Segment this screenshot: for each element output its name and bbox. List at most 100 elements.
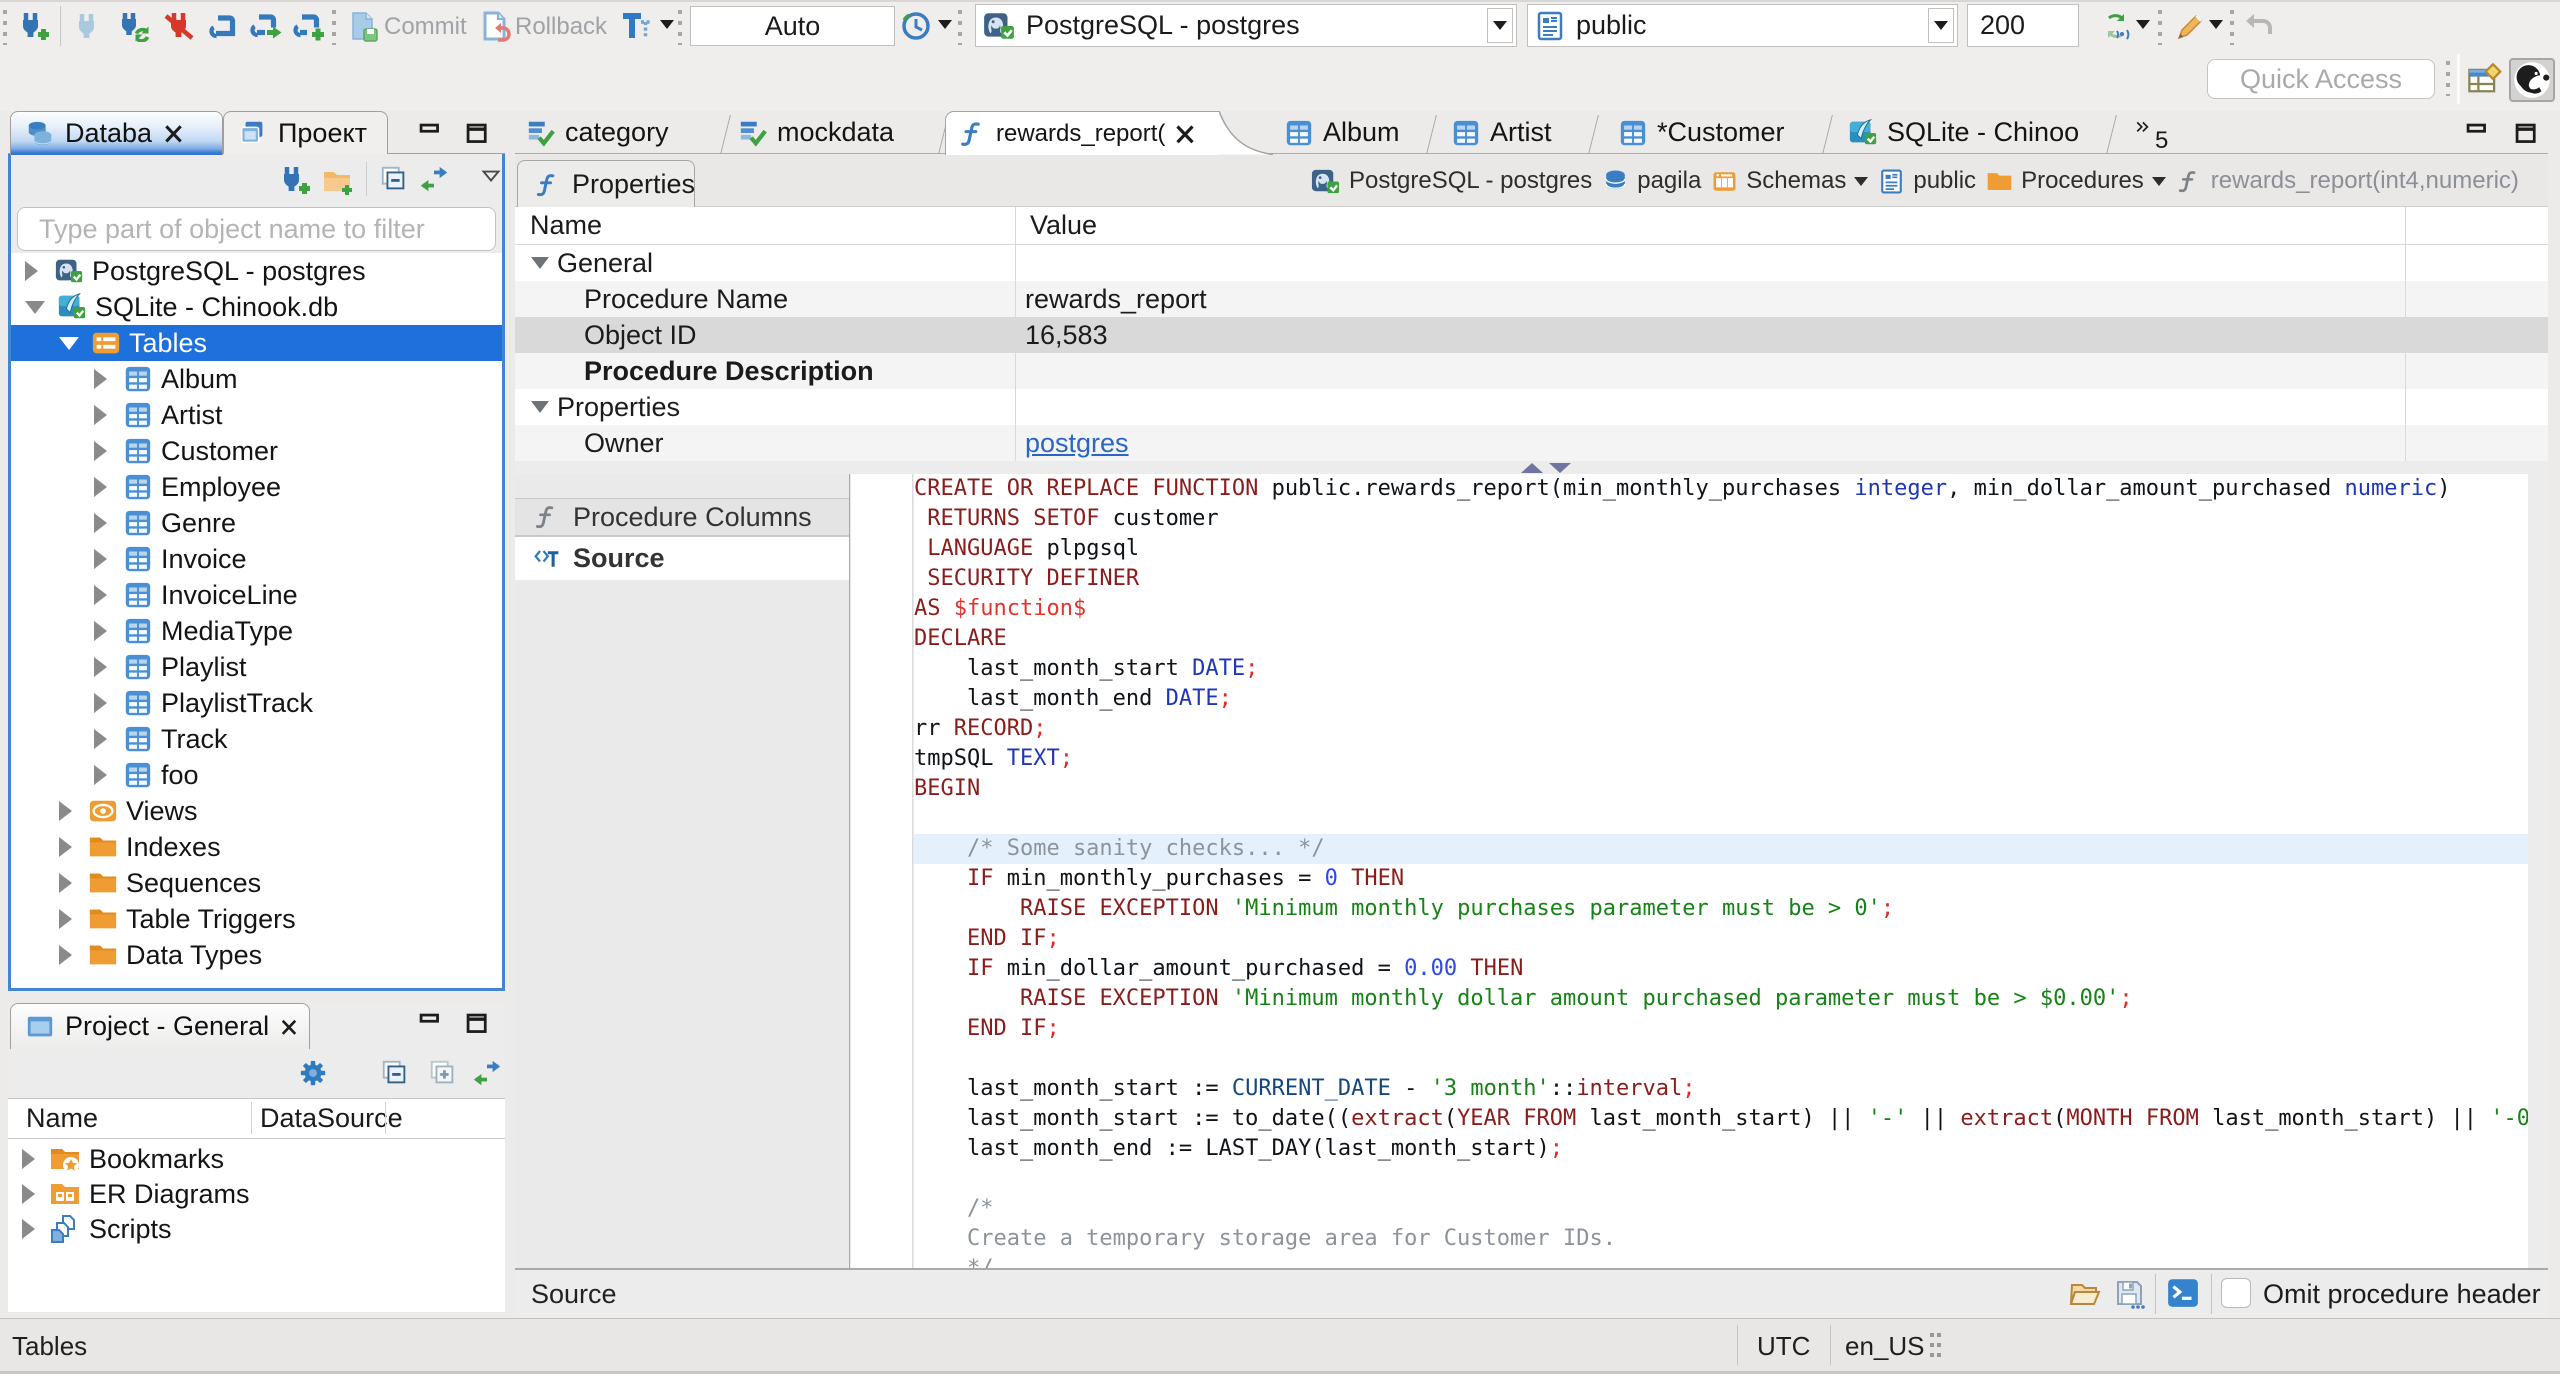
column-divider[interactable]: [251, 1102, 252, 1134]
collapse-all-icon[interactable]: [380, 1058, 410, 1088]
subtab-procedure-columns[interactable]: Procedure Columns: [515, 498, 849, 536]
tree-expand-arrow[interactable]: [94, 657, 107, 677]
code-line[interactable]: LANGUAGE plpgsql: [914, 534, 2528, 564]
maximize-view-button[interactable]: [466, 1013, 488, 1035]
property-value[interactable]: postgres: [1025, 428, 1129, 459]
code-line[interactable]: AS $function$: [914, 594, 2528, 624]
minimize-view-button[interactable]: [419, 1013, 441, 1035]
tree-expand-arrow[interactable]: [94, 729, 107, 749]
property-row-object-id[interactable]: Object ID 16,583: [515, 317, 2548, 353]
connection-combo[interactable]: PostgreSQL - postgres: [975, 4, 1517, 47]
editor-tab-rewards-report-[interactable]: rewards_report(: [945, 111, 1273, 155]
code-line[interactable]: /*: [914, 1194, 2528, 1224]
code-line[interactable]: RETURNS SETOF customer: [914, 504, 2528, 534]
tree-expand-arrow[interactable]: [59, 873, 72, 893]
close-icon[interactable]: [162, 122, 185, 145]
invalidate-connection-button[interactable]: [118, 10, 150, 42]
connect-button[interactable]: [72, 10, 104, 42]
tree-expand-arrow[interactable]: [94, 405, 107, 425]
more-tabs-button[interactable]: 5: [2135, 119, 2168, 154]
minimize-editor-button[interactable]: [2466, 123, 2488, 145]
tree-collapse-arrow[interactable]: [25, 300, 45, 314]
tree-expand-arrow[interactable]: [25, 261, 38, 281]
tree-item-invoice[interactable]: Invoice: [11, 541, 502, 577]
code-line[interactable]: rr RECORD;: [914, 714, 2528, 744]
project-item-bookmarks[interactable]: Bookmarks: [8, 1141, 505, 1177]
tree-item-playlist[interactable]: Playlist: [11, 649, 502, 685]
sql-assist-caret[interactable]: [2209, 20, 2223, 29]
save-to-file-button[interactable]: [2113, 1277, 2145, 1309]
tx-mode-combo[interactable]: Auto: [690, 6, 895, 46]
code-line[interactable]: last_month_end DATE;: [914, 684, 2528, 714]
fetch-size-input[interactable]: 200: [1967, 4, 2079, 47]
breadcrumb-item-postgresql-postgres[interactable]: PostgreSQL - postgres: [1310, 166, 1592, 197]
schema-combo[interactable]: public: [1527, 4, 1958, 47]
schema-combo-arrow[interactable]: [1928, 8, 1954, 43]
tree-expand-arrow[interactable]: [22, 1184, 35, 1204]
property-row-owner[interactable]: Owner postgres: [515, 425, 2548, 461]
view-tab-projects[interactable]: Проект: [223, 111, 388, 154]
splitter-sash[interactable]: [515, 461, 2548, 474]
code-line[interactable]: END IF;: [914, 924, 2528, 954]
property-row-procedure-name[interactable]: Procedure Name rewards_report: [515, 281, 2548, 317]
status-timezone[interactable]: UTC: [1757, 1331, 1810, 1362]
breadcrumb-item-rewards-report-int4-numeric-[interactable]: rewards_report(int4,numeric): [2176, 167, 2519, 195]
breadcrumb-caret[interactable]: [1854, 176, 1869, 186]
code-line[interactable]: last_month_start := CURRENT_DATE - '3 mo…: [914, 1074, 2528, 1104]
editor-tab-sqlite-chinoo[interactable]: SQLite - Chinoo: [1837, 111, 2113, 154]
connection-combo-arrow[interactable]: [1487, 8, 1513, 43]
code-line[interactable]: */: [914, 1254, 2528, 1268]
link-editor-icon[interactable]: [472, 1058, 502, 1088]
tree-expand-arrow[interactable]: [94, 513, 107, 533]
minimize-view-button[interactable]: [419, 123, 441, 145]
code-line[interactable]: RAISE EXCEPTION 'Minimum monthly purchas…: [914, 894, 2528, 924]
transaction-mode-caret[interactable]: [660, 20, 674, 29]
tree-expand-arrow[interactable]: [59, 909, 72, 929]
tree-item-track[interactable]: Track: [11, 721, 502, 757]
tree-item-mediatype[interactable]: MediaType: [11, 613, 502, 649]
rollback-button[interactable]: [479, 10, 511, 42]
new-connection-button[interactable]: [18, 10, 50, 42]
new-sql-editor-button[interactable]: [293, 10, 325, 42]
tree-item-table-triggers[interactable]: Table Triggers: [11, 901, 502, 937]
maximize-editor-button[interactable]: [2515, 123, 2537, 145]
code-line[interactable]: /* Some sanity checks... */: [914, 834, 2528, 864]
tree-expand-arrow[interactable]: [22, 1149, 35, 1169]
column-divider[interactable]: [1015, 207, 1016, 461]
close-icon[interactable]: [279, 1017, 299, 1037]
navigator-filter-input[interactable]: Type part of object name to filter: [17, 207, 496, 251]
group-collapse-arrow[interactable]: [531, 401, 549, 413]
tree-expand-arrow[interactable]: [59, 945, 72, 965]
tree-item-playlisttrack[interactable]: PlaylistTrack: [11, 685, 502, 721]
code-line[interactable]: RAISE EXCEPTION 'Minimum monthly dollar …: [914, 984, 2528, 1014]
transaction-mode-button[interactable]: [620, 10, 652, 42]
tree-expand-arrow[interactable]: [94, 621, 107, 641]
view-tab-database-navigator[interactable]: Databa: [10, 111, 223, 155]
property-row-general[interactable]: General: [515, 245, 2548, 281]
collapse-all-icon[interactable]: [379, 164, 409, 194]
column-header-value[interactable]: Value: [1030, 210, 1097, 241]
breadcrumb-item-schemas[interactable]: Schemas: [1711, 167, 1869, 195]
project-item-scripts[interactable]: Scripts: [8, 1211, 505, 1247]
tree-expand-arrow[interactable]: [94, 441, 107, 461]
tree-item-postgresql-postgres[interactable]: PostgreSQL - postgres: [11, 253, 502, 289]
tree-item-foo[interactable]: foo: [11, 757, 502, 793]
editor-tab--customer[interactable]: *Customer: [1607, 111, 1829, 154]
tree-expand-arrow[interactable]: [22, 1219, 35, 1239]
property-row-properties[interactable]: Properties: [515, 389, 2548, 425]
tree-expand-arrow[interactable]: [94, 549, 107, 569]
link-editor-icon[interactable]: [419, 164, 449, 194]
editor-tab-album[interactable]: Album: [1273, 111, 1433, 154]
code-line[interactable]: BEGIN: [914, 774, 2528, 804]
code-line[interactable]: CREATE OR REPLACE FUNCTION public.reward…: [914, 474, 2528, 504]
code-line[interactable]: [914, 804, 2528, 834]
column-header-name[interactable]: Name: [530, 210, 602, 241]
transaction-log-button[interactable]: [900, 10, 932, 42]
column-header-datasource[interactable]: DataSource: [260, 1103, 403, 1134]
code-line[interactable]: [914, 1164, 2528, 1194]
tree-item-indexes[interactable]: Indexes: [11, 829, 502, 865]
subtab-source[interactable]: Source: [515, 536, 849, 580]
auto-refresh-caret[interactable]: [2136, 20, 2150, 29]
tree-expand-arrow[interactable]: [94, 369, 107, 389]
tab-properties[interactable]: Properties: [517, 160, 695, 208]
